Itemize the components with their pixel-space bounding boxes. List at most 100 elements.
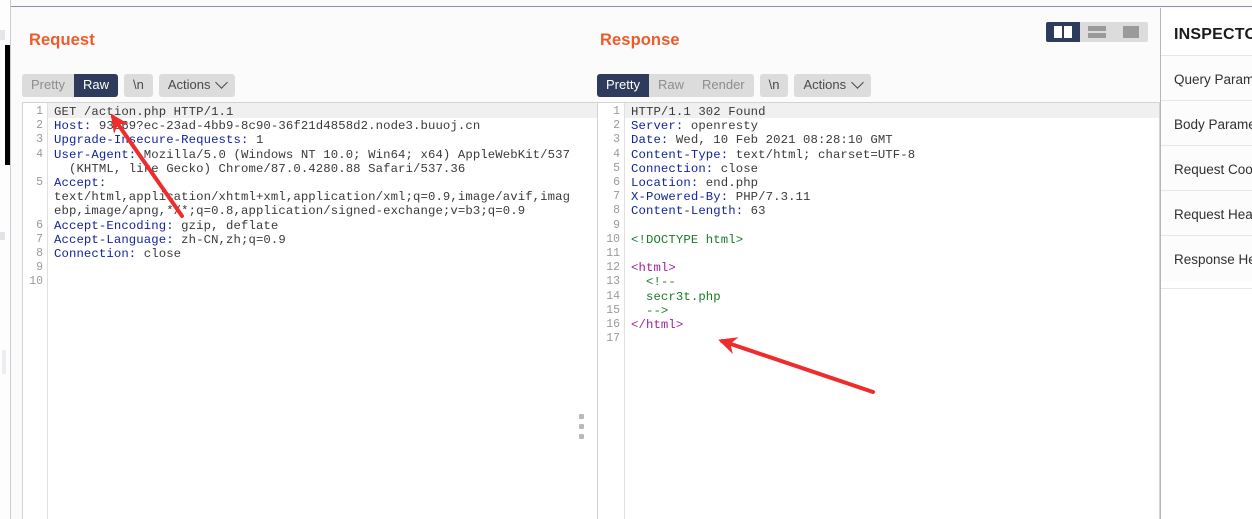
inspector-row-1[interactable]: Query Parameters xyxy=(1161,55,1252,101)
response-view-mode-group: Pretty Raw Render xyxy=(597,74,754,97)
inspector-row-3[interactable]: Request Cookies xyxy=(1161,145,1252,191)
code-line: <!-- xyxy=(631,275,676,290)
code-line: X-Powered-By: PHP/7.3.11 xyxy=(631,190,811,204)
layout-single-button[interactable] xyxy=(1114,22,1148,42)
code-line: Content-Length: 63 xyxy=(631,204,766,218)
inspector-row-label: Request Headers xyxy=(1174,207,1252,222)
code-line: Accept-Encoding: gzip, deflate xyxy=(54,219,278,233)
line-number: 6 xyxy=(36,218,43,232)
line-number: 4 xyxy=(36,147,43,161)
inspector-row-5[interactable]: Response Headers xyxy=(1161,235,1252,281)
sliver-tick-3 xyxy=(2,350,6,374)
inspector-row-4[interactable]: Request Headers xyxy=(1161,190,1252,236)
header-name: Connection: xyxy=(54,247,137,261)
line-number: 14 xyxy=(606,289,620,303)
line-number: 10 xyxy=(606,232,620,246)
header-value: text/html; charset=UTF-8 xyxy=(728,147,916,162)
header-value: gzip, deflate xyxy=(173,218,279,233)
panel-splitter-handle[interactable] xyxy=(579,414,585,442)
request-editor[interactable]: 1 2 3 4 5 6 7 8 9 10 GET /action.php HTTP/1.1 Host… xyxy=(22,102,598,519)
window-top-divider xyxy=(11,6,1252,7)
columns-icon xyxy=(1054,26,1072,38)
header-name: Accept: xyxy=(54,176,107,190)
inspector-panel: INSPECTOR Query Parameters Body Parameter… xyxy=(1161,8,1252,519)
code-line: <!DOCTYPE html> xyxy=(631,232,744,247)
header-name: Date: xyxy=(631,133,669,148)
header-name: Connection: xyxy=(631,161,714,176)
line-number: 11 xyxy=(606,247,620,260)
burp-repeater-window: Request Pretty Raw \n Actions 1234567891… xyxy=(0,0,1252,519)
line-number: 12 xyxy=(606,261,620,275)
inspector-row-label: Response Headers xyxy=(1174,252,1252,267)
line-number: 2 xyxy=(613,119,620,133)
layout-toggle-group xyxy=(1046,22,1148,42)
code-line: text/html,application/xhtml+xml,applicat… xyxy=(54,190,571,205)
sliver-tick-2 xyxy=(0,232,5,240)
request-tab-raw[interactable]: Raw xyxy=(73,74,118,97)
response-editor[interactable]: 1 2 3 4 5 6 7 8 9 10 11 12 13 14 15 16 17 HTTP/1.1 302 F… xyxy=(597,102,1160,519)
header-name: Host: xyxy=(54,119,92,134)
inspector-row-label: Body Parameters xyxy=(1174,117,1252,132)
line-number: 8 xyxy=(36,247,43,260)
header-name: Content-Type: xyxy=(631,147,729,162)
code-line: Upgrade-Insecure-Requests: 1 xyxy=(54,133,263,147)
response-panel: Response Pretty Raw Render \n Actions 1 … xyxy=(597,8,1160,519)
line-number: 9 xyxy=(36,261,43,275)
chevron-down-icon xyxy=(215,75,229,89)
request-code-area[interactable]: GET /action.php HTTP/1.1 Host: 93069?ec-2… xyxy=(48,103,597,519)
code-line: --> xyxy=(631,303,669,318)
code-line: Date: Wed, 10 Feb 2021 08:28:10 GMT xyxy=(631,133,893,147)
code-line: Connection: close xyxy=(631,162,758,176)
header-value: close xyxy=(136,247,182,261)
inspector-bottom-divider xyxy=(1161,288,1252,289)
request-toolbar: Pretty Raw \n Actions xyxy=(22,74,236,97)
layout-stacked-button[interactable] xyxy=(1080,22,1114,42)
sliver-tick-1 xyxy=(0,30,5,40)
header-name: Upgrade-Insecure-Requests: xyxy=(54,133,249,148)
code-line: Accept-Language: zh-CN,zh;q=0.9 xyxy=(54,233,286,247)
request-actions-button[interactable]: Actions xyxy=(158,74,236,97)
line-number: 5 xyxy=(613,161,620,175)
response-toolbar: Pretty Raw Render \n Actions xyxy=(597,74,872,97)
code-line: Server: openresty xyxy=(631,119,758,133)
header-value: PHP/7.3.11 xyxy=(728,190,811,205)
response-tab-render[interactable]: Render xyxy=(692,74,754,97)
inspector-row-label: Request Cookies xyxy=(1174,162,1252,177)
line-number: 9 xyxy=(613,218,620,232)
header-value: openresty xyxy=(683,119,759,134)
request-actions-label: Actions xyxy=(167,77,211,92)
layout-side-by-side-button[interactable] xyxy=(1046,22,1080,42)
code-line: Accept: xyxy=(54,176,106,190)
line-number: 3 xyxy=(613,133,620,147)
response-tab-raw[interactable]: Raw xyxy=(648,74,693,97)
response-tab-pretty[interactable]: Pretty xyxy=(597,74,649,97)
response-line-number-gutter: 1 2 3 4 5 6 7 8 9 10 11 12 13 14 15 16 17 xyxy=(598,103,625,519)
response-actions-label: Actions xyxy=(803,77,847,92)
request-newline-button[interactable]: \n xyxy=(123,74,153,97)
header-value: Wed, 10 Feb 2021 08:28:10 GMT xyxy=(668,133,893,148)
code-line: HTTP/1.1 302 Found xyxy=(631,105,766,119)
code-line: Location: end.php xyxy=(631,176,758,190)
header-name: Accept-Language: xyxy=(54,232,174,247)
header-value: end.php xyxy=(698,176,759,190)
response-actions-button[interactable]: Actions xyxy=(794,74,872,97)
inspector-row-2[interactable]: Body Parameters xyxy=(1161,100,1252,146)
header-value: 93069?ec-23ad-4bb9-8c90-36f21d4858d2.nod… xyxy=(91,119,481,134)
line-number: 1 xyxy=(36,105,43,118)
header-name: Server: xyxy=(631,119,684,134)
code-line: </html> xyxy=(631,318,684,332)
inspector-title: INSPECTOR xyxy=(1174,26,1252,43)
line-number: 4 xyxy=(613,147,620,161)
request-panel: Request Pretty Raw \n Actions 1234567891… xyxy=(11,8,598,519)
response-code-area[interactable]: HTTP/1.1 302 Found Server: openresty Date:… xyxy=(625,103,1159,519)
request-tab-pretty[interactable]: Pretty xyxy=(22,74,74,97)
code-line: (KHTML, like Gecko) Chrome/87.0.4280.88 … xyxy=(54,161,466,176)
header-name: Location: xyxy=(631,176,699,190)
rows-icon xyxy=(1088,26,1106,38)
line-number: 2 xyxy=(36,119,43,133)
response-newline-button[interactable]: \n xyxy=(759,74,789,97)
line-number: 16 xyxy=(606,318,620,331)
line-number: 1 xyxy=(613,105,620,118)
header-value: 63 xyxy=(743,204,766,219)
inspector-separator xyxy=(1160,8,1161,519)
